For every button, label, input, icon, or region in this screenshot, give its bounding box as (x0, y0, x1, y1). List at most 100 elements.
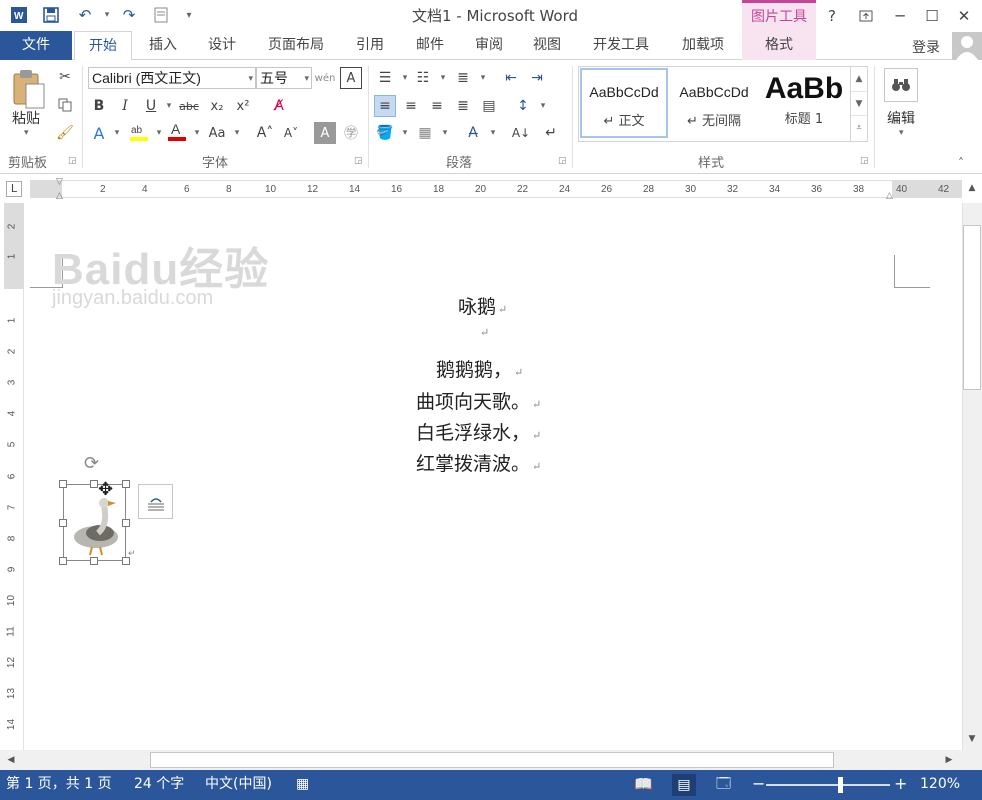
macro-record-icon[interactable]: ▦ (296, 770, 309, 800)
resize-handle[interactable] (59, 519, 67, 527)
scroll-down-icon[interactable]: ▼ (963, 730, 981, 748)
style-no-spacing[interactable]: AaBbCcDd ↵ 无间隔 (670, 68, 758, 138)
zoom-in-icon[interactable]: + (894, 770, 907, 800)
bullets-icon[interactable]: ☰ (374, 67, 396, 89)
multilevel-dropdown-icon[interactable]: ▾ (472, 67, 494, 89)
asian-layout-dropdown-icon[interactable]: ▾ (482, 122, 504, 144)
font-color-icon[interactable]: A (166, 120, 188, 142)
horizontal-ruler[interactable]: L ▽ △ △ 2 4 6 8 10 12 14 16 18 20 22 24 … (0, 175, 982, 203)
asian-layout-icon[interactable]: A̶ (462, 122, 484, 144)
zoom-slider[interactable] (766, 784, 890, 786)
line-spacing-dropdown-icon[interactable]: ▾ (532, 95, 554, 117)
tab-page-layout[interactable]: 页面布局 (258, 31, 334, 60)
styles-scroll-down-icon[interactable]: ▼ (851, 91, 867, 115)
tab-add-ins[interactable]: 加载项 (670, 31, 736, 60)
right-indent-marker[interactable]: △ (886, 191, 893, 201)
zoom-level[interactable]: 120% (920, 770, 960, 800)
collapse-ribbon-icon[interactable]: ˄ (958, 156, 964, 170)
horizontal-scrollbar[interactable]: ◀ ▶ (0, 750, 982, 770)
superscript-icon[interactable]: x² (232, 95, 254, 117)
borders-dropdown-icon[interactable]: ▾ (434, 122, 456, 144)
tab-mailings[interactable]: 邮件 (403, 31, 457, 60)
sign-in-link[interactable]: 登录 (912, 37, 940, 57)
binoculars-icon[interactable] (884, 68, 918, 102)
tab-references[interactable]: 引用 (343, 31, 397, 60)
document-area[interactable]: 2 1 1 2 3 4 5 6 7 8 9 10 11 12 13 14 Bai… (0, 203, 982, 750)
minimize-button[interactable]: ─ (884, 0, 916, 31)
font-color-dropdown-icon[interactable]: ▾ (186, 122, 208, 144)
align-left-icon[interactable]: ≡ (374, 95, 396, 117)
paste-icon[interactable] (8, 68, 48, 112)
print-layout-icon[interactable]: ▤ (672, 774, 696, 796)
redo-icon[interactable]: ↷ (118, 4, 140, 26)
ribbon-display-options-icon[interactable] (850, 0, 882, 31)
editing-dropdown-icon[interactable]: ▾ (899, 128, 904, 138)
character-border-icon[interactable]: A (340, 67, 362, 89)
subscript-icon[interactable]: x₂ (206, 95, 228, 117)
justify-icon[interactable]: ≣ (452, 95, 474, 117)
resize-handle[interactable] (122, 480, 130, 488)
sort-icon[interactable]: A↓ (510, 122, 532, 144)
font-size-dropdown-icon[interactable]: ▾ (304, 68, 309, 88)
tab-home[interactable]: 开始 (74, 31, 132, 61)
resize-handle[interactable] (90, 480, 98, 488)
rotate-handle-icon[interactable]: ⟳ (84, 453, 99, 474)
print-preview-icon[interactable] (150, 4, 172, 26)
phonetic-guide-icon[interactable]: wén (314, 67, 336, 89)
change-case-dropdown-icon[interactable]: ▾ (226, 122, 248, 144)
style-heading-1[interactable]: AaBb 标题 1 (760, 68, 848, 138)
align-center-icon[interactable]: ≡ (400, 95, 422, 117)
shading-dropdown-icon[interactable]: ▾ (394, 122, 416, 144)
multilevel-list-icon[interactable]: ≣ (452, 67, 474, 89)
maximize-button[interactable]: ☐ (916, 0, 948, 31)
paste-dropdown-icon[interactable]: ▾ (24, 128, 29, 138)
enclose-characters-icon[interactable]: ㊫ (340, 122, 362, 144)
borders-icon[interactable]: ▦ (414, 122, 436, 144)
bold-icon[interactable]: B (88, 95, 110, 117)
word-count-status[interactable]: 24 个字 (134, 770, 184, 800)
resize-handle[interactable] (90, 557, 98, 565)
page-count-status[interactable]: 第 1 页，共 1 页 (6, 770, 112, 800)
font-size-combo[interactable]: 五号 ▾ (256, 67, 312, 89)
avatar[interactable] (952, 32, 982, 60)
copy-icon[interactable] (54, 94, 76, 116)
shading-icon[interactable]: 🪣 (374, 122, 396, 144)
font-name-combo[interactable]: Calibri (西文正文) ▾ (88, 67, 256, 89)
highlight-color-icon[interactable]: ab (128, 120, 150, 142)
styles-more-icon[interactable]: ⩡ (851, 115, 867, 139)
scroll-right-icon[interactable]: ▶ (940, 751, 958, 769)
style-normal[interactable]: AaBbCcDd ↵ 正文 (580, 68, 668, 138)
clipboard-launcher-icon[interactable]: ◲ (68, 156, 77, 166)
editing-button[interactable]: 编辑 (887, 108, 915, 128)
tab-view[interactable]: 视图 (520, 31, 574, 60)
text-effects-dropdown-icon[interactable]: ▾ (106, 122, 128, 144)
distributed-icon[interactable]: ▤ (478, 95, 500, 117)
resize-handle[interactable] (59, 557, 67, 565)
hanging-indent-marker[interactable]: △ (56, 191, 63, 201)
format-painter-icon[interactable]: 🖌 (54, 122, 76, 144)
zoom-out-icon[interactable]: − (752, 770, 765, 800)
font-launcher-icon[interactable]: ◲ (354, 156, 363, 166)
resize-handle[interactable] (122, 519, 130, 527)
close-button[interactable]: ✕ (948, 0, 980, 31)
strikethrough-icon[interactable]: abc (178, 95, 200, 117)
tab-selector-icon[interactable]: L (6, 181, 22, 197)
save-icon[interactable] (40, 4, 62, 26)
styles-gallery-scroll[interactable]: ▲ ▼ ⩡ (850, 67, 867, 141)
italic-icon[interactable]: I (114, 95, 136, 117)
word-logo-icon[interactable]: W (8, 4, 30, 26)
undo-dropdown-icon[interactable]: ▾ (96, 4, 118, 26)
line-spacing-icon[interactable]: ↕ (512, 95, 534, 117)
customize-qat-icon[interactable]: ▾ (178, 4, 200, 26)
help-button[interactable]: ? (816, 0, 848, 31)
character-shading-icon[interactable]: A (314, 122, 336, 144)
language-status[interactable]: 中文(中国) (205, 770, 272, 800)
tab-insert[interactable]: 插入 (136, 31, 190, 60)
vertical-scroll-thumb[interactable] (963, 225, 981, 390)
goose-picture[interactable] (63, 484, 126, 561)
increase-indent-icon[interactable]: ⇥ (526, 67, 548, 89)
zoom-slider-thumb[interactable] (838, 777, 844, 793)
styles-launcher-icon[interactable]: ◲ (860, 156, 869, 166)
web-layout-icon[interactable]: 🗔 (716, 770, 731, 800)
paste-button[interactable]: 粘贴 (12, 108, 40, 128)
